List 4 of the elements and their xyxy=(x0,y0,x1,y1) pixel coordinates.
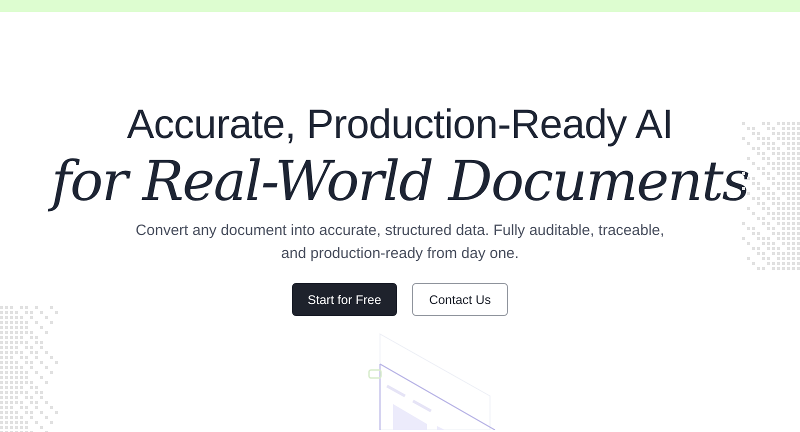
start-button[interactable]: Start for Free xyxy=(292,283,397,316)
contact-button[interactable]: Contact Us xyxy=(412,283,508,316)
hero-title: Accurate, Production-Ready AI xyxy=(126,100,674,149)
hero-subtitle: Convert any document into accurate, structured data. Fully auditable, traceable, and production-ready from day one. xyxy=(134,221,666,264)
